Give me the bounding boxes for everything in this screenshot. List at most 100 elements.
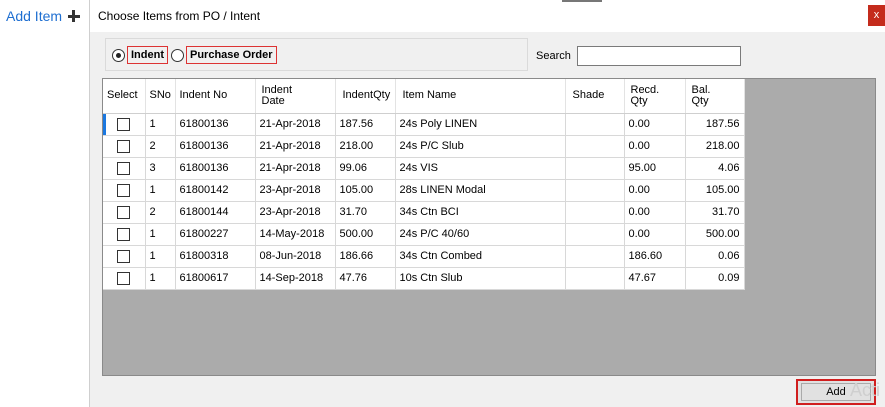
col-header-bal-qty[interactable]: Bal. Qty: [685, 79, 745, 114]
cell-shade: [565, 179, 625, 202]
cell-shade: [565, 201, 625, 224]
items-grid[interactable]: Select SNo Indent No Indent Date IndentQ…: [102, 78, 876, 376]
items-table: Select SNo Indent No Indent Date IndentQ…: [103, 79, 745, 290]
cell-indent-qty: 31.70: [335, 201, 396, 224]
cell-bal-qty: 500.00: [685, 223, 745, 246]
add-item-link[interactable]: Add Item: [6, 8, 81, 24]
radio-indent[interactable]: Indent: [112, 46, 168, 64]
cell-indent-date: 23-Apr-2018: [255, 201, 336, 224]
table-row[interactable]: 1 61800136 21-Apr-2018 187.56 24s Poly LINEN…: [103, 113, 745, 136]
cell-sno: 1: [145, 113, 176, 136]
cell-indent-no: 61800136: [175, 135, 256, 158]
col-header-select[interactable]: Select: [103, 79, 146, 114]
radio-purchase-order-label: Purchase Order: [186, 46, 277, 64]
radio-purchase-order-dot[interactable]: [171, 48, 184, 62]
cell-sno: 1: [145, 179, 176, 202]
row-select-checkbox[interactable]: [117, 161, 131, 175]
cell-item-name: 24s VIS: [395, 157, 566, 180]
title-bar-divider: [562, 0, 602, 2]
add-button[interactable]: Add: [796, 379, 876, 405]
search-input[interactable]: [577, 46, 741, 66]
cell-recd-qty: 95.00: [624, 157, 686, 180]
cell-shade: [565, 157, 625, 180]
cell-select[interactable]: [103, 179, 146, 202]
plus-icon[interactable]: [68, 10, 81, 22]
cell-shade: [565, 135, 625, 158]
cell-indent-qty: 99.06: [335, 157, 396, 180]
cell-select[interactable]: [103, 245, 146, 268]
col-header-indent-qty[interactable]: IndentQty: [335, 79, 396, 114]
cell-select[interactable]: [103, 113, 146, 136]
cell-indent-qty: 218.00: [335, 135, 396, 158]
cell-indent-qty: 47.76: [335, 267, 396, 290]
grid-body: 1 61800136 21-Apr-2018 187.56 24s Poly LINEN…: [103, 113, 745, 290]
cell-sno: 1: [145, 267, 176, 290]
cell-item-name: 28s LINEN Modal: [395, 179, 566, 202]
radio-indent-label: Indent: [127, 46, 168, 64]
cell-bal-qty: 4.06: [685, 157, 745, 180]
choose-items-dialog: Choose Items from PO / Intent x Indent P…: [89, 0, 885, 407]
col-header-indent-date[interactable]: Indent Date: [255, 79, 336, 114]
table-row[interactable]: 1 61800318 08-Jun-2018 186.66 34s Ctn Combed…: [103, 245, 745, 268]
cell-sno: 3: [145, 157, 176, 180]
row-select-checkbox[interactable]: [117, 117, 131, 131]
cell-recd-qty: 47.67: [624, 267, 686, 290]
add-item-label: Add Item: [6, 8, 63, 24]
col-header-indent-no[interactable]: Indent No: [175, 79, 256, 114]
cell-shade: [565, 113, 625, 136]
cell-indent-date: 14-May-2018: [255, 223, 336, 246]
cell-indent-qty: 500.00: [335, 223, 396, 246]
row-select-checkbox[interactable]: [117, 183, 131, 197]
cell-indent-date: 14-Sep-2018: [255, 267, 336, 290]
cell-indent-no: 61800144: [175, 201, 256, 224]
table-row[interactable]: 2 61800144 23-Apr-2018 31.70 34s Ctn BCI 0.00…: [103, 201, 745, 224]
cell-select[interactable]: [103, 267, 146, 290]
row-select-checkbox[interactable]: [117, 205, 131, 219]
table-row[interactable]: 3 61800136 21-Apr-2018 99.06 24s VIS 95.00 4.0…: [103, 157, 745, 180]
cell-select[interactable]: [103, 223, 146, 246]
cell-select[interactable]: [103, 157, 146, 180]
cell-indent-date: 21-Apr-2018: [255, 157, 336, 180]
row-select-checkbox[interactable]: [117, 139, 131, 153]
cell-recd-qty: 0.00: [624, 223, 686, 246]
cell-sno: 1: [145, 223, 176, 246]
source-radio-group: Indent Purchase Order: [105, 38, 528, 71]
cell-item-name: 34s Ctn BCI: [395, 201, 566, 224]
cell-select[interactable]: [103, 201, 146, 224]
row-select-checkbox[interactable]: [117, 249, 131, 263]
col-header-sno[interactable]: SNo: [145, 79, 176, 114]
cell-sno: 1: [145, 245, 176, 268]
cell-shade: [565, 223, 625, 246]
cell-indent-date: 21-Apr-2018: [255, 113, 336, 136]
col-header-item-name[interactable]: Item Name: [395, 79, 566, 114]
cell-indent-no: 61800318: [175, 245, 256, 268]
cell-item-name: 34s Ctn Combed: [395, 245, 566, 268]
cell-indent-qty: 105.00: [335, 179, 396, 202]
radio-indent-dot[interactable]: [112, 48, 125, 62]
cell-indent-no: 61800136: [175, 157, 256, 180]
cell-select[interactable]: [103, 135, 146, 158]
cell-recd-qty: 0.00: [624, 179, 686, 202]
table-row[interactable]: 2 61800136 21-Apr-2018 218.00 24s P/C Slub 0.…: [103, 135, 745, 158]
cell-recd-qty: 0.00: [624, 113, 686, 136]
table-row[interactable]: 1 61800617 14-Sep-2018 47.76 10s Ctn Slub 47.…: [103, 267, 745, 290]
cell-bal-qty: 0.09: [685, 267, 745, 290]
col-header-shade[interactable]: Shade: [565, 79, 625, 114]
cell-item-name: 24s P/C Slub: [395, 135, 566, 158]
cell-sno: 2: [145, 135, 176, 158]
row-select-checkbox[interactable]: [117, 227, 131, 241]
cell-indent-no: 61800227: [175, 223, 256, 246]
table-row[interactable]: 1 61800227 14-May-2018 500.00 24s P/C 40/60 0…: [103, 223, 745, 246]
cell-recd-qty: 186.60: [624, 245, 686, 268]
close-button[interactable]: x: [868, 5, 885, 26]
cell-indent-date: 21-Apr-2018: [255, 135, 336, 158]
table-row[interactable]: 1 61800142 23-Apr-2018 105.00 28s LINEN Moda…: [103, 179, 745, 202]
cell-indent-no: 61800617: [175, 267, 256, 290]
add-button-label: Add: [826, 386, 846, 398]
cell-item-name: 24s P/C 40/60: [395, 223, 566, 246]
row-select-checkbox[interactable]: [117, 271, 131, 285]
cell-indent-no: 61800142: [175, 179, 256, 202]
cell-bal-qty: 187.56: [685, 113, 745, 136]
col-header-recd-qty[interactable]: Recd. Qty: [624, 79, 686, 114]
radio-purchase-order[interactable]: Purchase Order: [171, 46, 277, 64]
